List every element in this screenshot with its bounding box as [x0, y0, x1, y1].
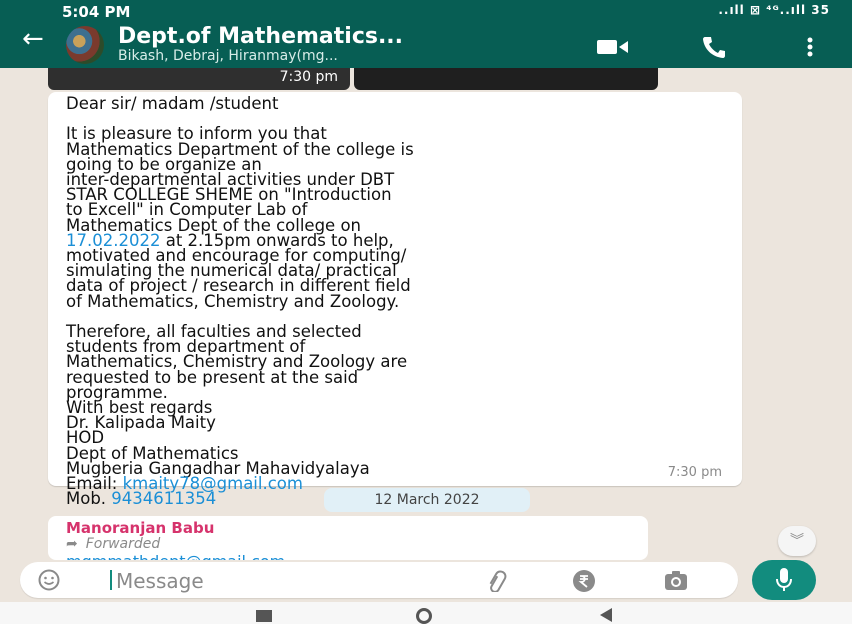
back-arrow-icon[interactable]: ←	[22, 26, 44, 52]
recents-icon[interactable]	[256, 610, 272, 622]
forward-arrow-icon: ➦	[66, 536, 78, 552]
mobile-label: Mob.	[66, 489, 107, 509]
status-indicators: ..ıll ⊠ ⁴ᴳ..ıll 35	[718, 3, 830, 17]
chat-members[interactable]: Bikash, Debraj, Hiranmay(mg...	[118, 48, 338, 64]
back-icon[interactable]	[600, 608, 612, 622]
video-call-icon[interactable]	[597, 38, 629, 56]
phone-link[interactable]: 9434611354	[111, 489, 216, 508]
text-cursor	[110, 570, 112, 590]
status-time: 5:04 PM	[62, 3, 131, 21]
home-icon[interactable]	[416, 608, 432, 624]
camera-icon[interactable]	[664, 570, 688, 592]
paperclip-icon[interactable]	[486, 570, 508, 592]
message-bubble[interactable]: Manoranjan Babu ➦ Forwarded mgmmathdept@g…	[48, 516, 648, 560]
date-separator: 12 March 2022	[324, 488, 530, 512]
status-bar: 5:04 PM ..ıll ⊠ ⁴ᴳ..ıll 35	[0, 0, 852, 22]
group-avatar[interactable]	[66, 26, 104, 64]
scroll-down-button[interactable]: ︾	[778, 526, 816, 556]
message-preview: mgmmathdept@gmail.com	[66, 552, 285, 560]
message-paragraph: It is pleasure to inform you that Mathem…	[66, 124, 414, 235]
forwarded-label: ➦ Forwarded	[66, 536, 160, 552]
rupee-icon[interactable]	[572, 569, 596, 593]
media-thumbnail[interactable]: 7:30 pm	[48, 68, 350, 90]
message-time: 7:30 pm	[667, 465, 722, 480]
chevron-down-icon: ︾	[790, 533, 804, 549]
media-thumbnail[interactable]	[354, 68, 658, 90]
emoji-icon[interactable]	[38, 569, 60, 591]
media-message-strip[interactable]: 7:30 pm	[48, 68, 658, 90]
message-composer	[20, 562, 738, 598]
message-bubble[interactable]: Dear sir/ madam /student It is pleasure …	[48, 92, 742, 508]
message-paragraph: Therefore, all faculties and selected st…	[66, 322, 408, 494]
message-input[interactable]	[114, 566, 398, 596]
mic-icon	[776, 568, 792, 591]
chat-title[interactable]: Dept.of Mathematics...	[118, 24, 403, 49]
chat-header: 5:04 PM ..ıll ⊠ ⁴ᴳ..ıll 35 ← Dept.of Mat…	[0, 0, 852, 68]
message-text: Dear sir/ madam /student It is pleasure …	[66, 94, 726, 509]
message-greeting: Dear sir/ madam /student	[66, 94, 279, 113]
media-time: 7:30 pm	[279, 69, 338, 85]
mic-button[interactable]	[752, 560, 816, 600]
phone-icon[interactable]	[702, 36, 726, 58]
overflow-menu-icon[interactable]	[806, 36, 814, 58]
forwarded-text: Forwarded	[85, 536, 161, 552]
system-nav-bar	[0, 602, 852, 624]
sender-name[interactable]: Manoranjan Babu	[66, 519, 214, 537]
